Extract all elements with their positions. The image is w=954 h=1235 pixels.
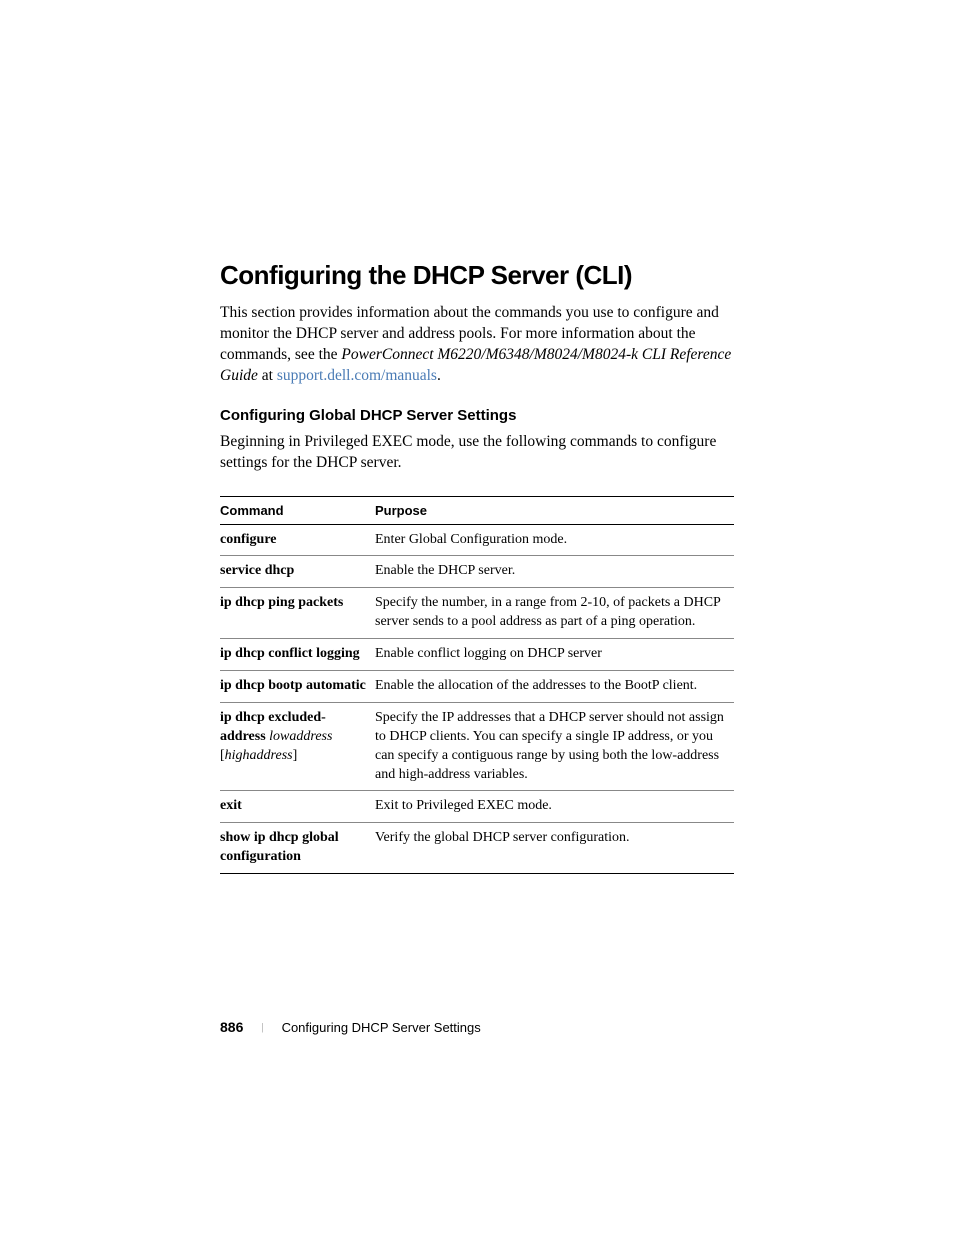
command-cell: service dhcp — [220, 556, 375, 588]
purpose-cell: Enable the DHCP server. — [375, 556, 734, 588]
table-row: configure Enter Global Configuration mod… — [220, 524, 734, 556]
table-header-row: Command Purpose — [220, 496, 734, 524]
table-row: ip dhcp ping packets Specify the number,… — [220, 588, 734, 639]
footer-section-title: Configuring DHCP Server Settings — [282, 1020, 481, 1035]
command-cell: show ip dhcp global configuration — [220, 823, 375, 874]
document-page: Configuring the DHCP Server (CLI) This s… — [0, 0, 954, 874]
page-title: Configuring the DHCP Server (CLI) — [220, 260, 734, 291]
command-param: highaddress — [225, 748, 293, 763]
bracket-close: ] — [293, 748, 298, 763]
purpose-cell: Enter Global Configuration mode. — [375, 524, 734, 556]
section-paragraph: Beginning in Privileged EXEC mode, use t… — [220, 432, 734, 474]
table-row: service dhcp Enable the DHCP server. — [220, 556, 734, 588]
command-cell: exit — [220, 791, 375, 823]
command-cell: configure — [220, 524, 375, 556]
page-number: 886 — [220, 1019, 243, 1035]
intro-at: at — [258, 367, 277, 384]
purpose-cell: Exit to Privileged EXEC mode. — [375, 791, 734, 823]
table-row: ip dhcp conflict logging Enable conflict… — [220, 639, 734, 671]
command-table: Command Purpose configure Enter Global C… — [220, 496, 734, 875]
command-cell: ip dhcp bootp automatic — [220, 670, 375, 702]
col-header-purpose: Purpose — [375, 496, 734, 524]
purpose-cell: Specify the number, in a range from 2-10… — [375, 588, 734, 639]
purpose-cell: Verify the global DHCP server configurat… — [375, 823, 734, 874]
command-cell: ip dhcp conflict logging — [220, 639, 375, 671]
support-link[interactable]: support.dell.com/manuals — [277, 367, 437, 384]
table-row: show ip dhcp global configuration Verify… — [220, 823, 734, 874]
table-row: exit Exit to Privileged EXEC mode. — [220, 791, 734, 823]
table-row: ip dhcp bootp automatic Enable the alloc… — [220, 670, 734, 702]
command-cell: ip dhcp excluded-address lowaddress [hig… — [220, 702, 375, 791]
purpose-cell: Enable conflict logging on DHCP server — [375, 639, 734, 671]
intro-paragraph: This section provides information about … — [220, 303, 734, 387]
purpose-cell: Specify the IP addresses that a DHCP ser… — [375, 702, 734, 791]
section-heading: Configuring Global DHCP Server Settings — [220, 407, 734, 424]
footer-divider: | — [261, 1021, 263, 1033]
page-footer: 886 | Configuring DHCP Server Settings — [220, 1019, 481, 1035]
table-row: ip dhcp excluded-address lowaddress [hig… — [220, 702, 734, 791]
command-param: lowaddress — [269, 729, 332, 744]
col-header-command: Command — [220, 496, 375, 524]
intro-period: . — [437, 367, 441, 384]
purpose-cell: Enable the allocation of the addresses t… — [375, 670, 734, 702]
command-cell: ip dhcp ping packets — [220, 588, 375, 639]
